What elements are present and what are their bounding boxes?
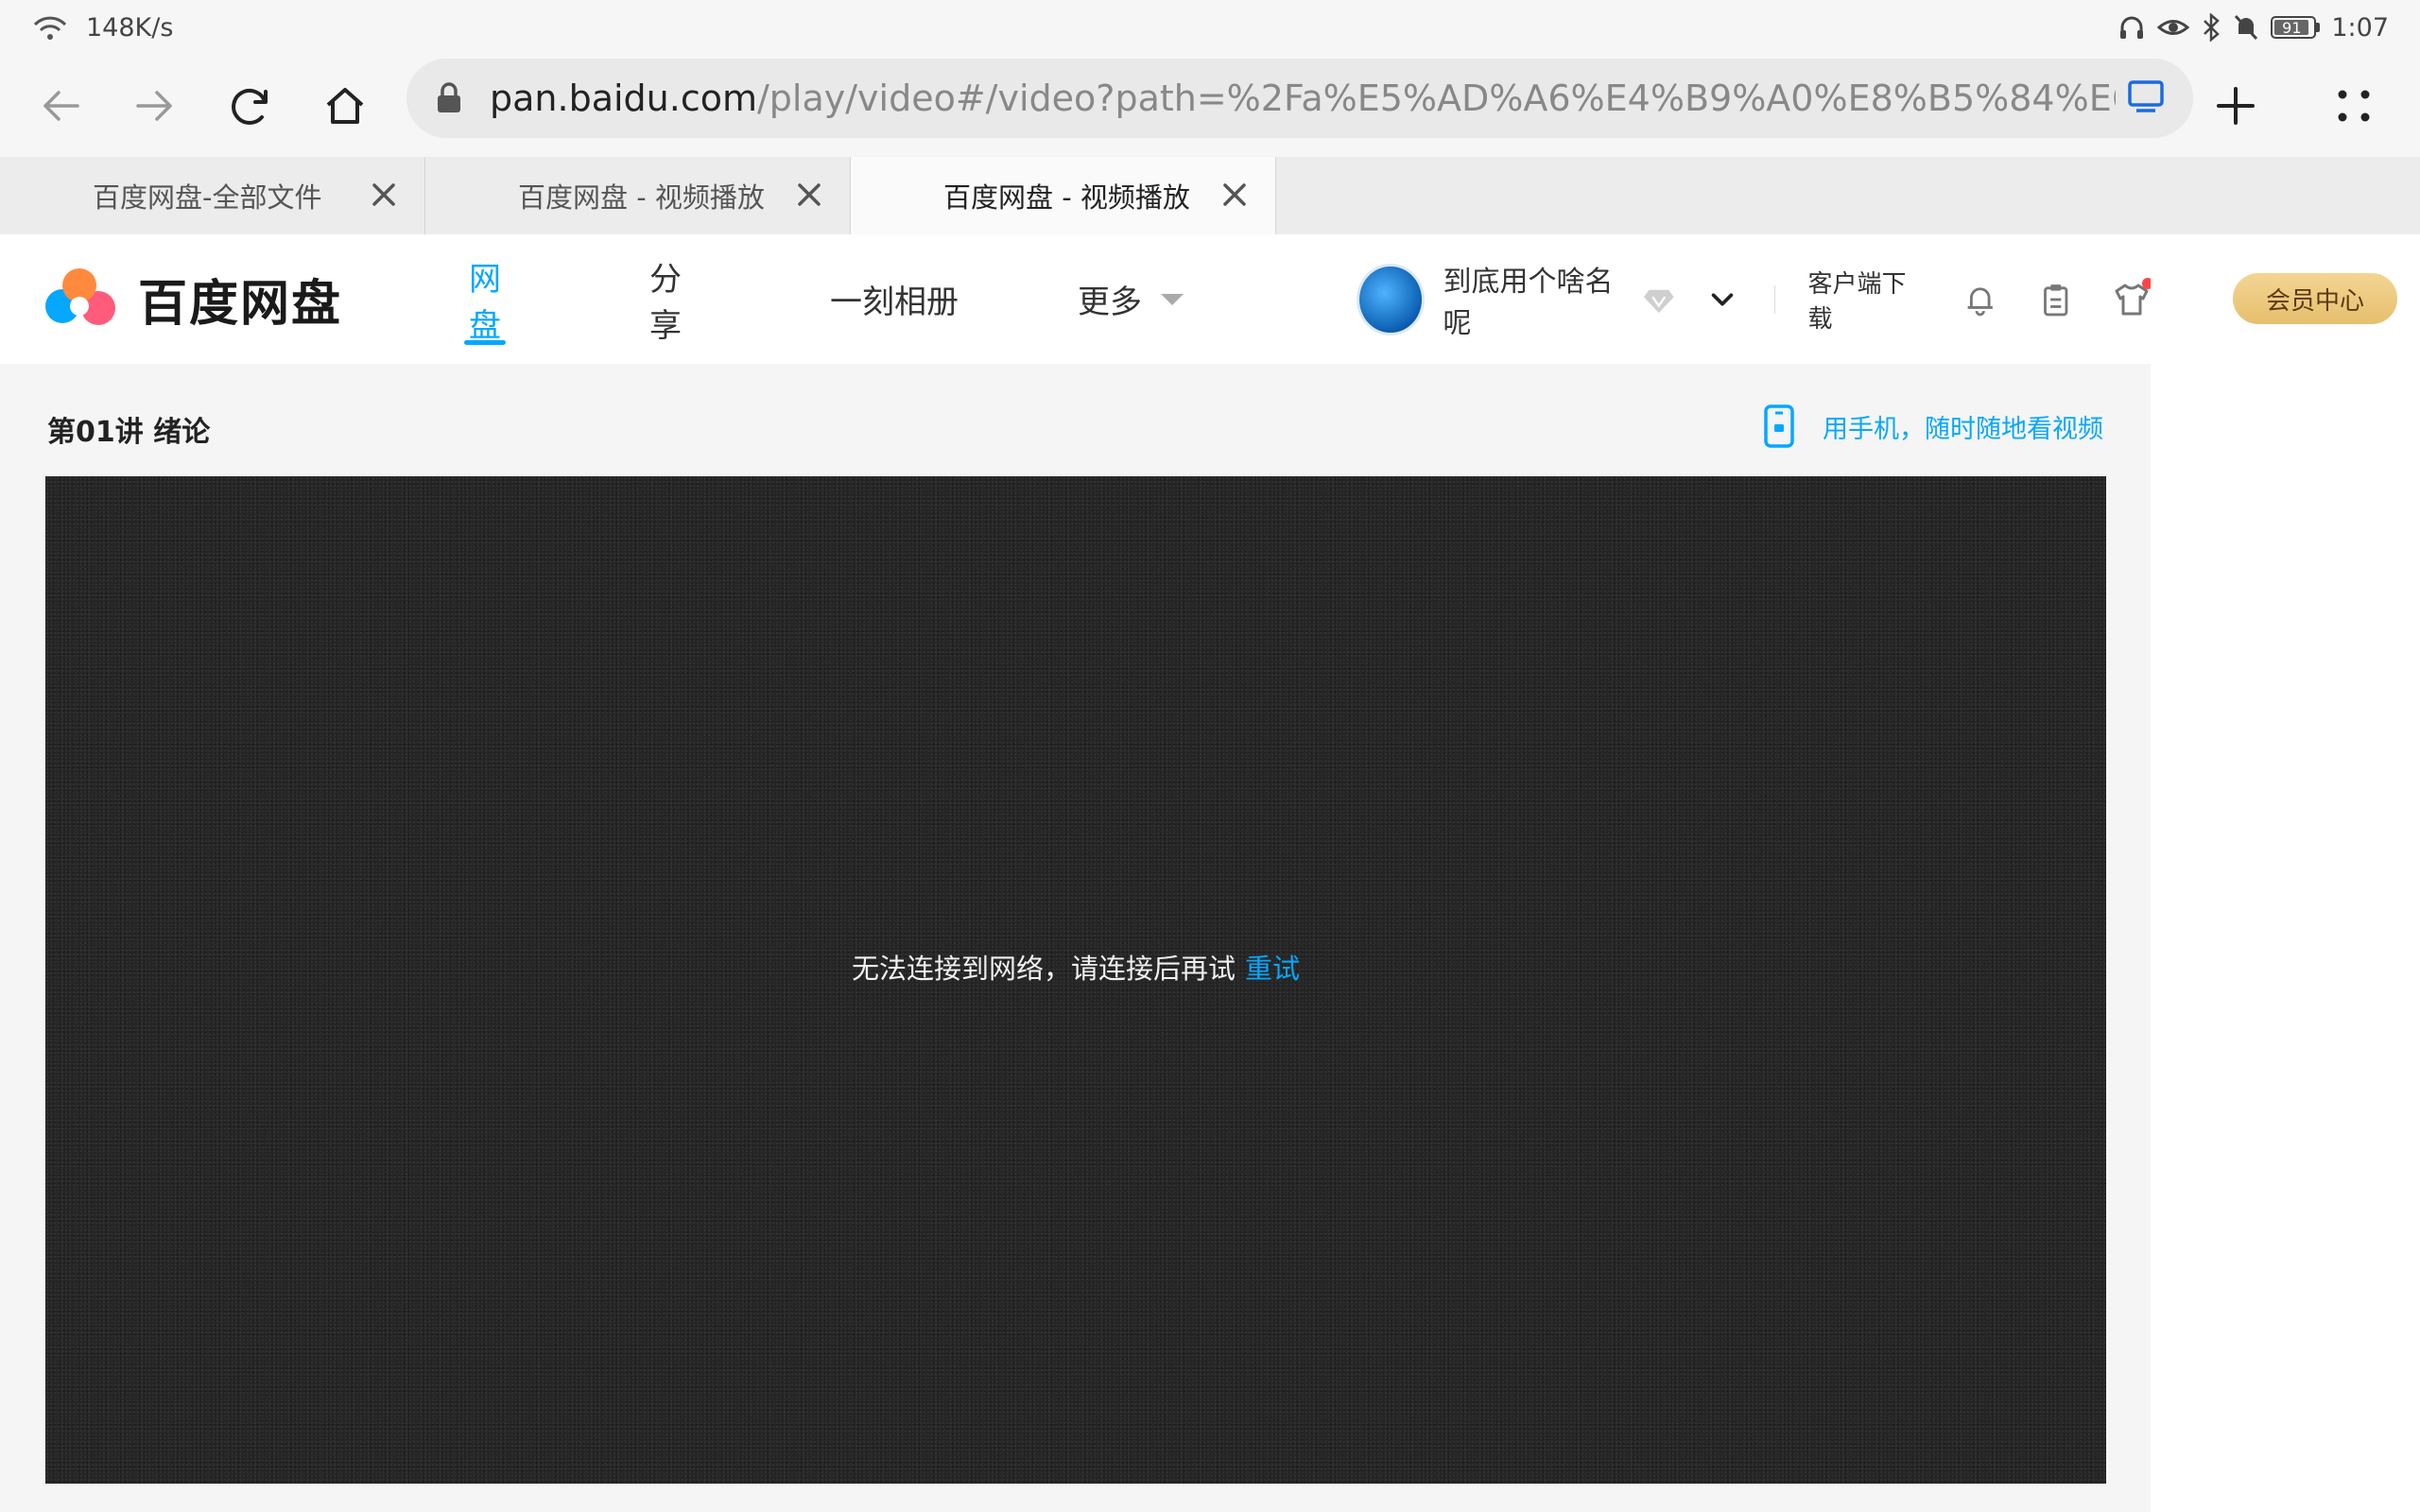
nav-label: 更多 [1078, 284, 1142, 321]
tab-title: 百度网盘 - 视频播放 [943, 181, 1190, 214]
close-icon[interactable] [367, 178, 401, 212]
arrow-left-icon [43, 91, 79, 121]
tab-title: 百度网盘 - 视频播放 [518, 181, 765, 214]
user-area: 到底用个啥名呢 客户端下载 [1357, 234, 2154, 364]
reload-icon [232, 88, 268, 125]
video-player[interactable]: 无法连接到网络，请连接后再试 重试 [45, 476, 2106, 1484]
new-tab-button[interactable] [2188, 59, 2283, 153]
vip-center-button[interactable]: 会员中心 [2233, 273, 2397, 324]
username[interactable]: 到底用个啥名呢 [1443, 258, 1630, 341]
reader-mode-icon[interactable] [2127, 79, 2165, 113]
network-speed: 148K/s [86, 12, 174, 43]
nav-item-pan[interactable]: 网盘 [469, 234, 501, 364]
lock-icon [438, 82, 460, 112]
wifi-icon [33, 16, 67, 40]
nav-item-share[interactable]: 分享 [649, 234, 682, 364]
back-button[interactable] [14, 59, 109, 153]
address-bar[interactable]: pan.baidu.com/play/video#/video?path=%2F… [406, 59, 2193, 138]
tab-video-play-1[interactable]: 百度网盘 - 视频播放 [425, 157, 851, 234]
close-icon[interactable] [1218, 178, 1252, 212]
divider [1773, 284, 1776, 314]
url-host: pan.baidu.com [490, 77, 757, 119]
nav-label: 分享 [649, 260, 682, 345]
phone-icon [1764, 404, 1794, 448]
reload-button[interactable] [202, 59, 297, 153]
eye-icon [2157, 20, 2190, 35]
browser-toolbar: pan.baidu.com/play/video#/video?path=%2F… [0, 55, 2420, 157]
watch-on-phone-link[interactable]: 用手机，随时随地看视频 [1762, 404, 2103, 449]
chevron-down-icon[interactable] [1708, 284, 1737, 315]
tab-video-play-2[interactable]: 百度网盘 - 视频播放 [851, 157, 1276, 234]
phone-link-text: 用手机，随时随地看视频 [1823, 414, 2103, 444]
diamond-icon[interactable] [1642, 282, 1676, 318]
arrow-right-icon [136, 91, 172, 121]
browser-menu-button[interactable] [2307, 59, 2401, 153]
side-blank-area [2151, 234, 2420, 1512]
clock: 1:07 [2331, 12, 2389, 43]
forward-button[interactable] [107, 59, 201, 153]
baidu-pan-logo[interactable]: 百度网盘 [40, 263, 342, 335]
bluetooth-icon [2204, 13, 2221, 42]
retry-link[interactable]: 重试 [1245, 953, 1300, 985]
player-error-message: 无法连接到网络，请连接后再试 重试 [45, 947, 2106, 987]
url-text[interactable]: pan.baidu.com/play/video#/video?path=%2F… [490, 77, 2116, 119]
site-header: 百度网盘 网盘 分享 一刻相册 更多 到底用个啥名呢 客户端下载 [0, 234, 2154, 364]
avatar[interactable] [1357, 263, 1425, 335]
nav-label: 网盘 [469, 260, 501, 345]
system-status-bar: 148K/s 91 1:07 [0, 0, 2420, 55]
home-icon [326, 88, 364, 124]
skin-shirt-button[interactable] [2113, 277, 2154, 318]
client-download-link[interactable]: 客户端下载 [1807, 265, 1923, 335]
error-text: 无法连接到网络，请连接后再试 [851, 953, 1236, 985]
bell-icon[interactable] [1962, 281, 1997, 318]
close-icon[interactable] [792, 178, 826, 212]
tab-title: 百度网盘-全部文件 [93, 181, 322, 214]
menu-dots-icon [2338, 90, 2370, 122]
mute-bell-icon [2235, 14, 2258, 41]
home-button[interactable] [298, 59, 392, 153]
caret-down-icon [1161, 293, 1184, 305]
cloud-logo-icon [45, 268, 115, 325]
plus-icon [2217, 87, 2255, 125]
nav-item-more[interactable]: 更多 [1078, 234, 1210, 364]
nav-label: 一刻相册 [830, 284, 959, 321]
clipboard-icon[interactable] [2038, 281, 2073, 318]
nav-item-album[interactable]: 一刻相册 [830, 234, 1019, 364]
tab-strip: 百度网盘-全部文件 百度网盘 - 视频播放 百度网盘 - 视频播放 [0, 157, 2420, 234]
video-title: 第01讲 绪论 [47, 416, 211, 449]
headphones-icon [2120, 16, 2144, 39]
battery-indicator: 91 [2271, 16, 2321, 39]
logo-text: 百度网盘 [138, 275, 343, 333]
main-content: 第01讲 绪论 用手机，随时随地看视频 无法连接到网络，请连接后再试 重试 [0, 364, 2151, 1512]
tab-all-files[interactable]: 百度网盘-全部文件 [0, 157, 425, 234]
url-path: /play/video#/video?path=%2Fa%E5%AD%A6%E4… [756, 77, 2116, 119]
